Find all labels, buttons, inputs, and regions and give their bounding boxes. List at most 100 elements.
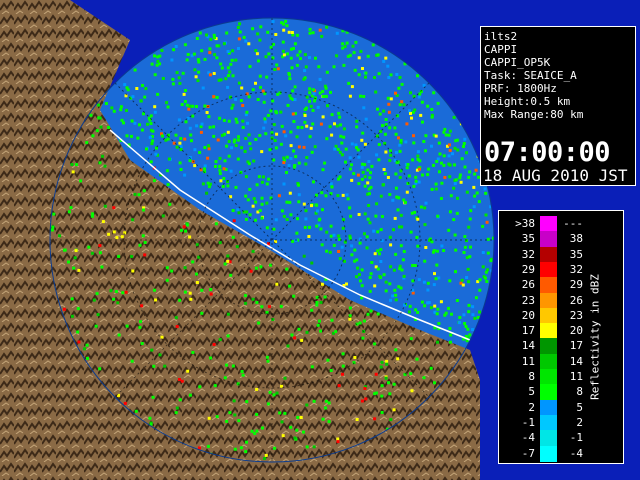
echo-pixel (389, 418, 393, 422)
legend-upper-bound: 8 (576, 385, 583, 399)
echo-pixel (400, 225, 404, 229)
echo-pixel (263, 92, 267, 96)
echo-pixel (229, 169, 233, 173)
echo-pixel (304, 65, 308, 69)
echo-pixel (394, 252, 398, 256)
echo-pixel (247, 162, 251, 166)
echo-pixel (258, 74, 262, 78)
echo-pixel (138, 123, 141, 127)
echo-pixel (324, 399, 328, 403)
echo-pixel (166, 105, 170, 109)
echo-pixel (275, 63, 279, 67)
echo-pixel (341, 364, 345, 368)
echo-pixel (432, 91, 436, 95)
echo-pixel (318, 28, 322, 32)
echo-pixel (369, 309, 373, 313)
echo-pixel (120, 118, 124, 122)
echo-pixel (347, 81, 351, 85)
echo-pixel (226, 254, 230, 258)
echo-pixel (85, 141, 89, 145)
echo-pixel (330, 185, 334, 189)
echo-pixel (299, 416, 303, 419)
echo-pixel (389, 149, 392, 153)
echo-pixel (133, 68, 137, 72)
echo-pixel (178, 398, 182, 402)
echo-pixel (363, 387, 367, 390)
echo-pixel (303, 53, 307, 57)
echo-pixel (310, 261, 314, 265)
echo-pixel (405, 166, 409, 170)
echo-pixel (222, 42, 226, 46)
echo-pixel (248, 187, 252, 191)
echo-pixel (174, 316, 178, 320)
echo-pixel (291, 89, 295, 93)
echo-pixel (305, 330, 309, 334)
echo-pixel (112, 297, 116, 301)
echo-pixel (439, 300, 443, 304)
echo-pixel (473, 316, 477, 320)
echo-pixel (148, 135, 152, 139)
echo-pixel (303, 120, 307, 124)
echo-pixel (409, 230, 413, 234)
echo-pixel (289, 144, 293, 148)
echo-pixel (325, 70, 329, 74)
echo-pixel (196, 79, 200, 83)
echo-pixel (223, 159, 227, 163)
echo-pixel (140, 128, 144, 132)
echo-pixel (308, 56, 311, 60)
echo-pixel (304, 209, 308, 213)
echo-pixel (158, 54, 162, 58)
echo-pixel (412, 184, 416, 188)
legend-swatch (540, 338, 557, 355)
echo-pixel (399, 138, 403, 142)
echo-pixel (468, 255, 472, 259)
echo-pixel (295, 428, 299, 432)
legend-row: 35 38 (513, 231, 583, 248)
legend-lower-bound: 29 (521, 262, 535, 276)
echo-pixel (212, 343, 216, 346)
echo-pixel (355, 125, 359, 129)
echo-pixel (388, 282, 392, 286)
echo-pixel (442, 249, 446, 252)
legend-swatch (540, 384, 557, 401)
echo-pixel (467, 310, 471, 314)
echo-pixel (241, 104, 245, 107)
echo-pixel (201, 86, 205, 90)
echo-pixel (283, 376, 287, 380)
legend-upper-bound: 38 (569, 232, 583, 246)
echo-pixel (223, 376, 227, 380)
echo-pixel (323, 161, 327, 165)
echo-pixel (264, 453, 268, 457)
echo-pixel (281, 49, 285, 53)
echo-pixel (326, 358, 330, 362)
echo-pixel (179, 137, 183, 140)
echo-pixel (362, 95, 366, 98)
echo-pixel (95, 292, 99, 296)
echo-pixel (254, 81, 257, 85)
echo-pixel (279, 142, 283, 146)
echo-pixel (433, 304, 437, 308)
echo-pixel (357, 73, 361, 77)
echo-pixel (244, 217, 248, 221)
echo-pixel (372, 229, 376, 233)
echo-pixel (206, 444, 210, 448)
echo-pixel (227, 74, 230, 78)
echo-pixel (395, 195, 399, 199)
echo-pixel (214, 165, 217, 168)
echo-pixel (334, 330, 338, 334)
legend-upper-bound: 35 (569, 247, 583, 261)
echo-pixel (315, 301, 319, 304)
echo-pixel (165, 266, 169, 270)
echo-pixel (424, 246, 428, 249)
echo-pixel (244, 294, 247, 298)
echo-pixel (171, 82, 175, 86)
echo-pixel (224, 77, 228, 81)
echo-pixel (410, 211, 414, 215)
echo-pixel (478, 310, 482, 314)
echo-pixel (384, 56, 388, 60)
echo-pixel (454, 248, 458, 252)
echo-pixel (282, 22, 286, 26)
echo-pixel (293, 85, 297, 89)
echo-pixel (231, 49, 235, 53)
echo-pixel (251, 204, 255, 208)
